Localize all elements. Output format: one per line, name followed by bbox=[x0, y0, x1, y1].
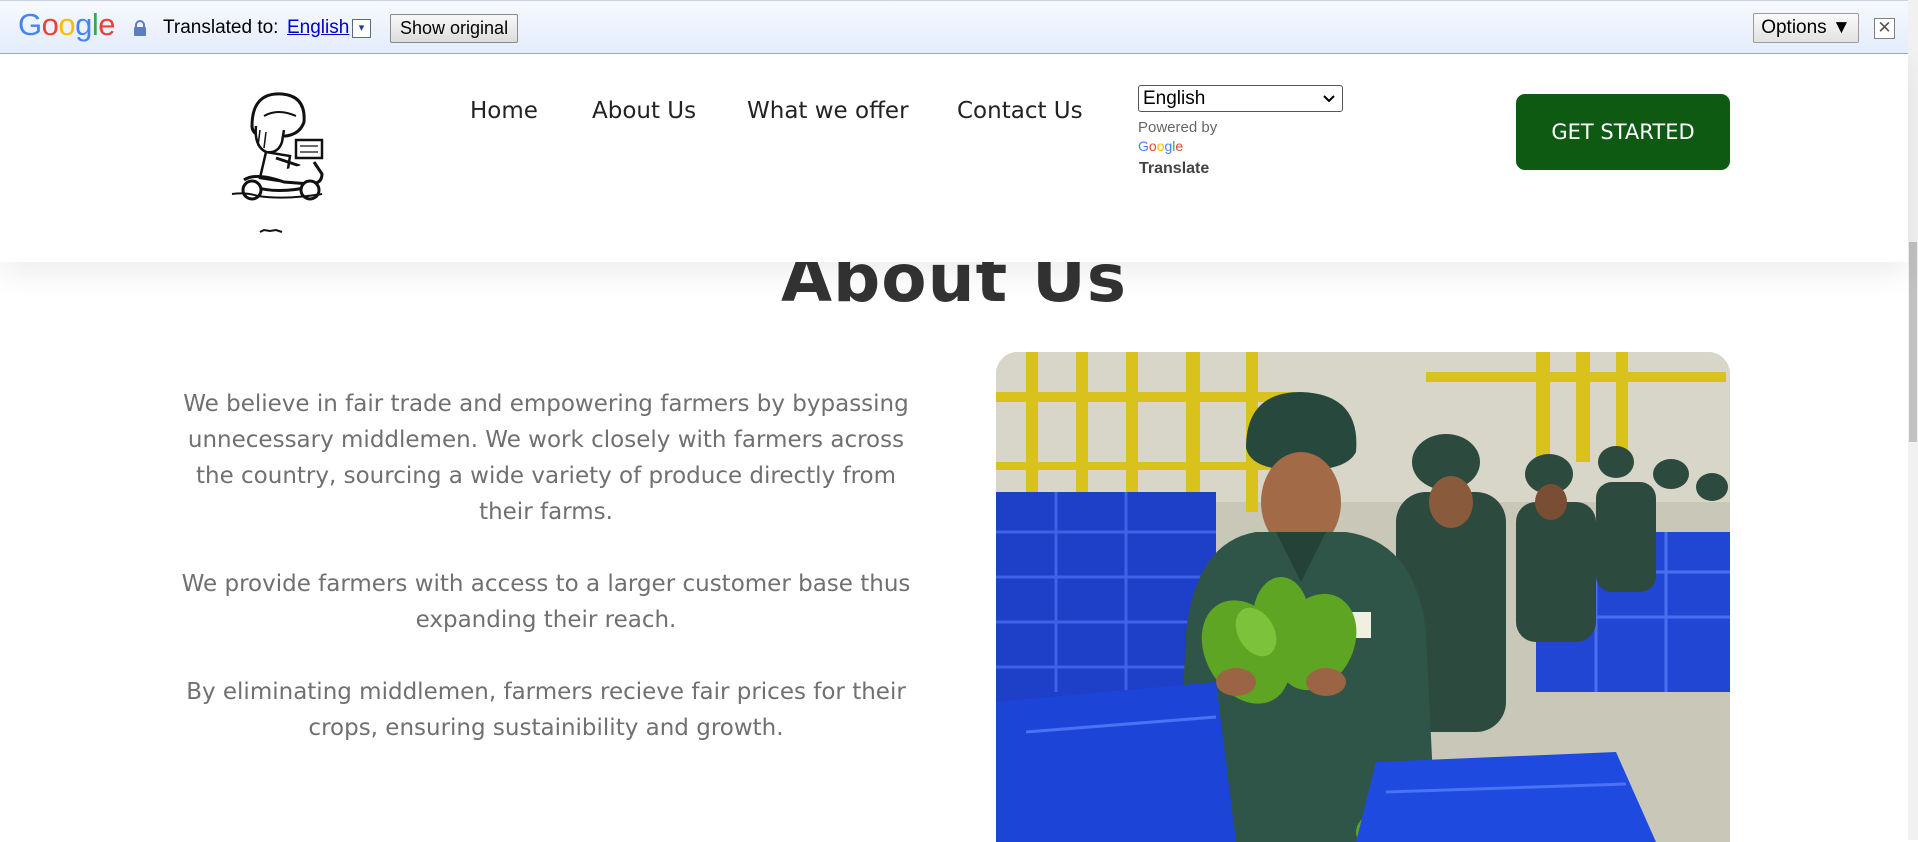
close-icon: ✕ bbox=[1877, 18, 1892, 37]
show-original-button[interactable]: Show original bbox=[390, 14, 519, 43]
translated-language-link[interactable]: English bbox=[287, 17, 349, 39]
language-select[interactable]: English bbox=[1138, 85, 1343, 112]
lock-icon bbox=[133, 20, 147, 36]
nav-what-we-offer[interactable]: What we offer bbox=[747, 98, 909, 124]
close-translate-bar-button[interactable]: ✕ bbox=[1874, 18, 1895, 39]
about-paragraph: We provide farmers with access to a larg… bbox=[181, 571, 911, 633]
nav-about-us[interactable]: About Us bbox=[592, 98, 696, 124]
google-translate-bar: Google Translated to: English ▾ Show ori… bbox=[0, 0, 1908, 54]
about-paragraph: By eliminating middlemen, farmers reciev… bbox=[186, 679, 906, 741]
chevron-down-icon bbox=[1323, 95, 1335, 103]
about-paragraph: We believe in fair trade and empowering … bbox=[183, 391, 909, 525]
get-started-button[interactable]: GET STARTED bbox=[1516, 94, 1730, 170]
scooter-rider-logo-icon bbox=[231, 92, 324, 233]
options-button[interactable]: Options ▼ bbox=[1753, 13, 1859, 43]
site-logo[interactable] bbox=[226, 86, 336, 236]
site-header: Home About Us What we offer Contact Us E… bbox=[0, 54, 1908, 262]
translate-link[interactable]: Translate bbox=[1139, 160, 1209, 178]
language-select-value: English bbox=[1143, 88, 1206, 109]
nav-home[interactable]: Home bbox=[470, 98, 538, 124]
farm-workers-photo bbox=[996, 352, 1730, 842]
powered-by-label: Powered by bbox=[1138, 119, 1218, 136]
nav-contact-us[interactable]: Contact Us bbox=[957, 98, 1083, 124]
language-dropdown-toggle[interactable]: ▾ bbox=[352, 19, 371, 38]
about-description: We believe in fair trade and empowering … bbox=[176, 386, 916, 782]
powered-by-google-logo: Google bbox=[1138, 138, 1184, 154]
google-logo: Google bbox=[18, 7, 116, 42]
translated-to-label: Translated to: bbox=[163, 17, 279, 38]
scrollbar-thumb[interactable] bbox=[1909, 242, 1917, 442]
